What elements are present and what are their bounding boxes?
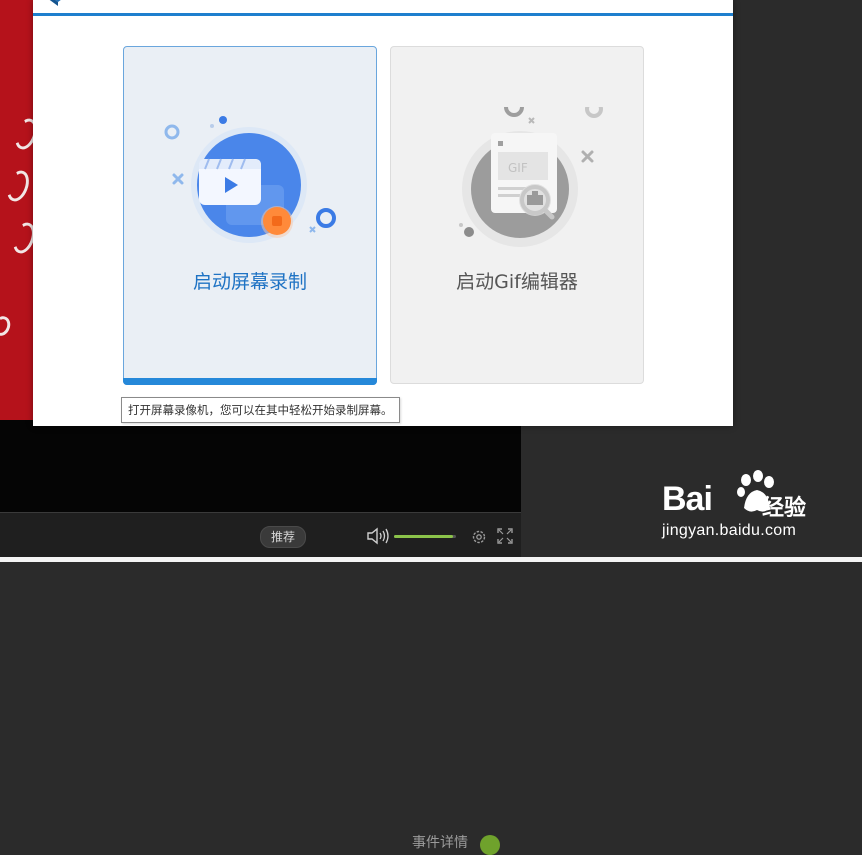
watermark-url: jingyan.baidu.com: [662, 522, 797, 539]
tooltip: 打开屏幕录像机，您可以在其中轻松开始录制屏幕。: [121, 397, 400, 423]
watermark-brand-cn: 经验: [762, 496, 807, 521]
window-edge: [0, 557, 862, 562]
gear-icon[interactable]: [470, 528, 488, 546]
check-icon: [480, 835, 500, 855]
volume-icon[interactable]: [366, 525, 392, 547]
volume-slider-fill: [394, 535, 453, 538]
video-content: [3, 167, 33, 205]
start-gif-editor-card[interactable]: GIF 启动Gif编辑器: [390, 46, 644, 384]
video-area: 事件详情: [0, 420, 521, 855]
start-screen-recording-card[interactable]: 启动屏幕录制: [123, 46, 377, 385]
selected-indicator: [123, 378, 377, 385]
obscured-label: 事件详情: [412, 835, 468, 851]
launcher-dialog: 启动屏幕录制 GIF 启动Gif编辑器: [33, 0, 733, 426]
baidu-jingyan-watermark: Bai 经验 jingyan.baidu.com: [660, 470, 830, 550]
screen-record-illustration: [164, 116, 336, 243]
gif-editor-illustration: GIF: [459, 107, 603, 247]
app-logo-icon: [49, 0, 61, 6]
fullscreen-icon[interactable]: [497, 528, 513, 544]
start-screen-recording-label: 启动屏幕录制: [192, 271, 307, 293]
volume-slider[interactable]: [394, 535, 456, 538]
recommend-button[interactable]: 推荐: [260, 526, 306, 548]
watermark-brand: Bai: [662, 480, 713, 518]
svg-text:GIF: GIF: [508, 161, 528, 175]
video-content: [0, 313, 13, 339]
start-gif-editor-label: 启动Gif编辑器: [456, 271, 578, 293]
dialog-title-bar: [33, 0, 733, 16]
player-control-bar: 推荐: [0, 512, 521, 558]
